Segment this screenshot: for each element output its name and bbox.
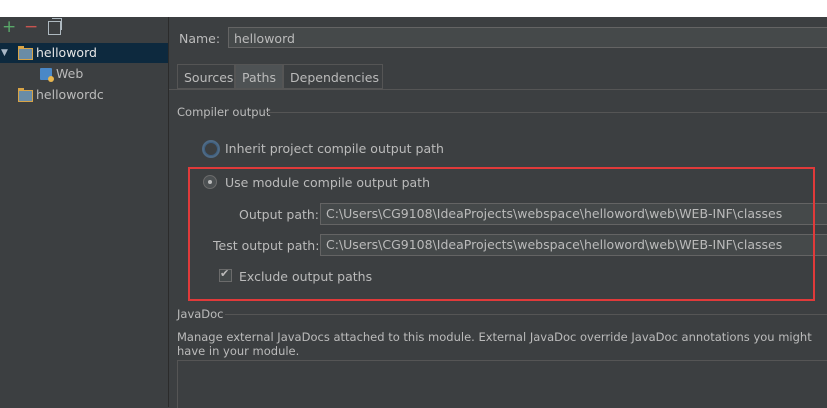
module-folder-icon bbox=[18, 46, 33, 60]
tab-sources[interactable]: Sources bbox=[177, 64, 235, 89]
tab-paths[interactable]: Paths bbox=[235, 64, 283, 89]
tree-item-label: helloword bbox=[36, 45, 97, 60]
name-label: Name: bbox=[179, 31, 221, 46]
web-facet-icon bbox=[40, 68, 54, 82]
tab-dependencies[interactable]: Dependencies bbox=[283, 64, 383, 89]
add-icon[interactable]: + bbox=[2, 18, 16, 36]
tree-item-hellowordc[interactable]: hellowordc bbox=[0, 85, 168, 105]
javadoc-description: Manage external JavaDocs attached to thi… bbox=[177, 330, 812, 358]
javadoc-list[interactable] bbox=[177, 360, 827, 408]
tree-toolbar: + − bbox=[0, 17, 168, 39]
compiler-output-title: Compiler output bbox=[177, 105, 271, 119]
module-settings-panel: Name: helloword Sources Paths Dependenci… bbox=[169, 17, 827, 408]
expand-arrow-icon[interactable]: ▼ bbox=[1, 43, 8, 63]
javadoc-title: JavaDoc bbox=[177, 307, 224, 321]
tab-divider bbox=[169, 89, 827, 90]
highlight-box bbox=[188, 167, 815, 301]
copy-icon[interactable] bbox=[48, 18, 62, 35]
remove-icon[interactable]: − bbox=[24, 18, 38, 36]
tree-item-helloword[interactable]: ▼ helloword bbox=[0, 43, 168, 63]
module-tree-panel: + − ▼ helloword Web hellowordc bbox=[0, 17, 169, 407]
section-divider bbox=[225, 314, 827, 315]
name-input[interactable]: helloword bbox=[228, 27, 827, 48]
module-folder-icon bbox=[18, 88, 33, 102]
tree-item-web[interactable]: Web bbox=[0, 64, 168, 84]
inherit-path-label: Inherit project compile output path bbox=[225, 141, 444, 156]
inherit-path-radio[interactable] bbox=[202, 140, 220, 158]
tree-item-label: hellowordc bbox=[36, 87, 104, 102]
top-strip bbox=[0, 0, 827, 17]
tree-item-label: Web bbox=[56, 66, 84, 81]
section-divider bbox=[265, 112, 827, 113]
